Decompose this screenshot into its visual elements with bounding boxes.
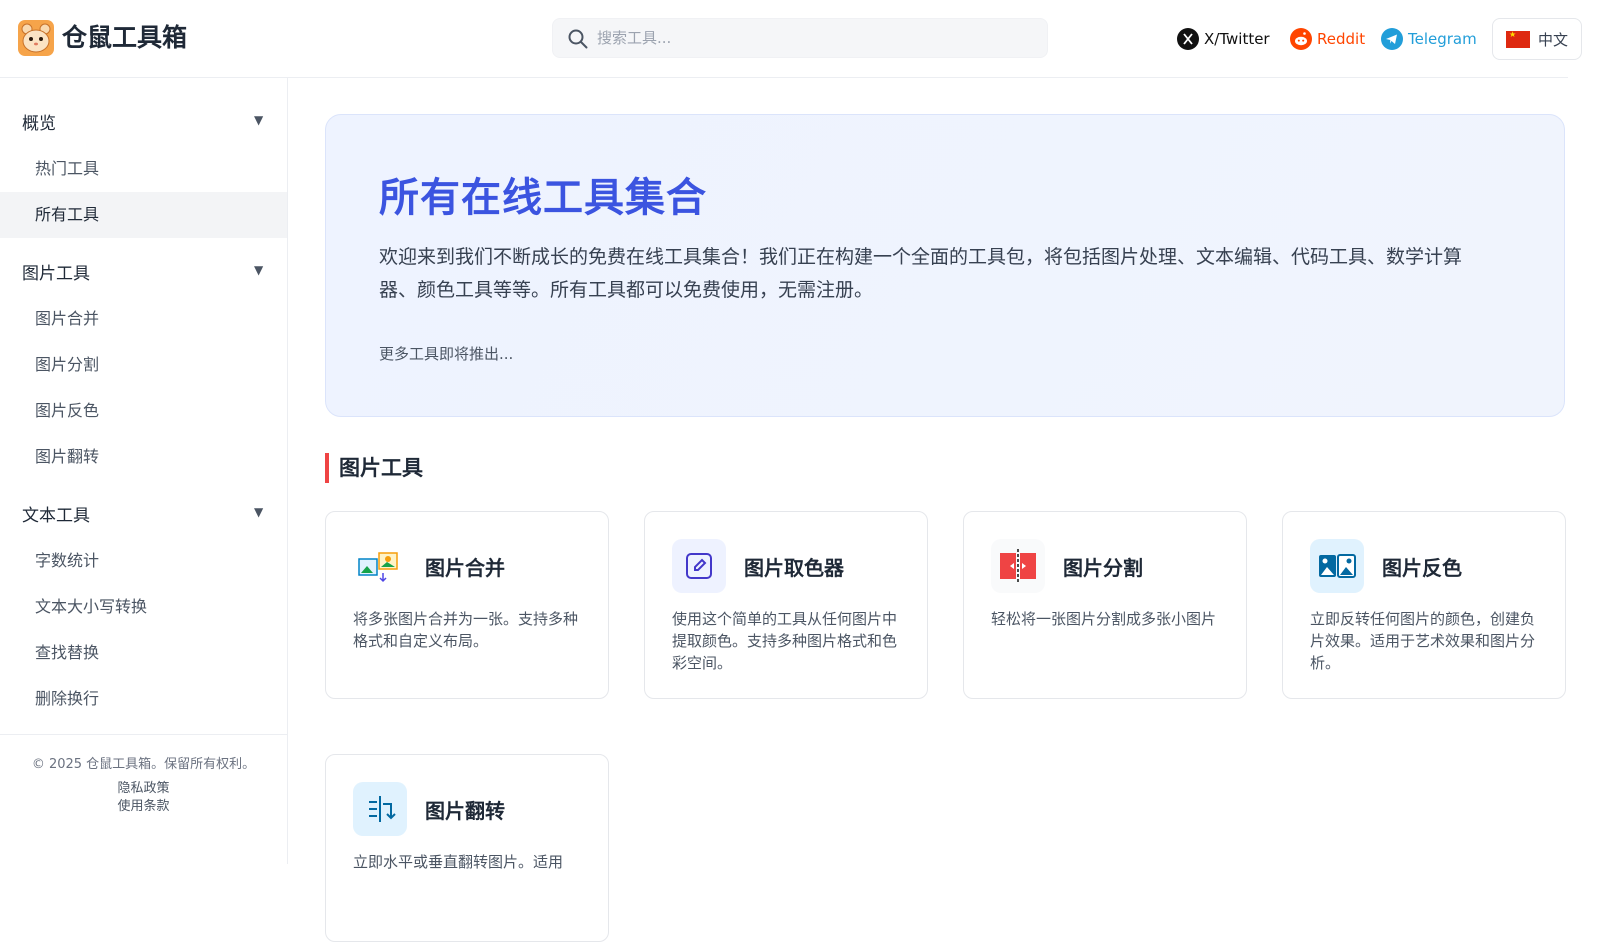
language-switcher[interactable]: 中文 (1492, 18, 1582, 60)
telegram-link[interactable]: Telegram (1381, 27, 1477, 51)
sidebar-item-image-invert[interactable]: 图片反色 (0, 388, 287, 434)
tool-card-image-merge[interactable]: 图片合并 将多张图片合并为一张。支持多种格式和自定义布局。 (325, 511, 609, 699)
tool-card-image-invert[interactable]: 图片反色 立即反转任何图片的颜色，创建负片效果。适用于艺术效果和图片分析。 (1282, 511, 1566, 699)
x-twitter-icon (1177, 28, 1199, 50)
reddit-link[interactable]: Reddit (1290, 27, 1365, 51)
tool-title: 图片反色 (1382, 556, 1462, 580)
hamster-logo-icon[interactable] (18, 20, 54, 56)
copyright-text: © 2025 仓鼠工具箱。保留所有权利。 (31, 757, 256, 772)
search-icon (568, 29, 588, 49)
page-title: 所有在线工具集合 (379, 175, 707, 221)
tool-card-image-flip[interactable]: 图片翻转 立即水平或垂直翻转图片。适用 (325, 754, 609, 942)
color-picker-icon (672, 539, 726, 593)
tool-description: 轻松将一张图片分割成多张小图片 (991, 610, 1217, 628)
sidebar-item-image-flip[interactable]: 图片翻转 (0, 434, 287, 480)
tool-title: 图片合并 (425, 556, 505, 580)
sidebar-group-image-tools[interactable]: 图片工具 (22, 259, 90, 284)
brand-name[interactable]: 仓鼠工具箱 (62, 20, 187, 56)
tool-card-image-split[interactable]: 图片分割 轻松将一张图片分割成多张小图片 (963, 511, 1247, 699)
terms-of-use-link[interactable]: 使用条款 (0, 798, 287, 816)
sidebar-item-image-split[interactable]: 图片分割 (0, 342, 287, 388)
section-title-image-tools: 图片工具 (325, 453, 423, 483)
sidebar-item-find-replace[interactable]: 查找替换 (0, 630, 287, 676)
telegram-icon (1381, 28, 1403, 50)
sidebar-item-popular-tools[interactable]: 热门工具 (0, 146, 287, 192)
chevron-down-icon[interactable]: ▼ (254, 263, 263, 277)
reddit-icon (1290, 28, 1312, 50)
sidebar: 概览 ▼ 热门工具 所有工具 图片工具 ▼ 图片合并 图片分割 图片反色 图片翻… (0, 78, 288, 864)
image-invert-icon (1310, 539, 1364, 593)
sidebar-item-remove-line-breaks[interactable]: 删除换行 (0, 676, 287, 722)
sidebar-item-all-tools[interactable]: 所有工具 (0, 192, 287, 238)
reddit-label: Reddit (1317, 30, 1366, 48)
search-input[interactable] (597, 19, 1037, 57)
sidebar-group-text-tools[interactable]: 文本工具 (22, 501, 90, 526)
chevron-down-icon[interactable]: ▼ (254, 113, 263, 127)
sidebar-group-overview[interactable]: 概览 (22, 109, 56, 134)
sidebar-footer: © 2025 仓鼠工具箱。保留所有权利。 隐私政策 使用条款 (0, 734, 287, 816)
language-label: 中文 (1537, 30, 1568, 49)
x-twitter-label: X/Twitter (1204, 30, 1270, 48)
hero-banner: 所有在线工具集合 欢迎来到我们不断成长的免费在线工具集合！我们正在构建一个全面的… (325, 114, 1565, 417)
image-split-icon (991, 539, 1045, 593)
tool-title: 图片翻转 (425, 799, 505, 823)
privacy-policy-link[interactable]: 隐私政策 (0, 780, 287, 798)
search-box[interactable] (552, 18, 1048, 58)
coming-soon-text: 更多工具即将推出... (379, 345, 514, 363)
image-flip-icon (353, 782, 407, 836)
tool-description: 将多张图片合并为一张。支持多种格式和自定义布局。 (353, 610, 579, 650)
tool-description: 立即水平或垂直翻转图片。适用 (353, 853, 564, 871)
sidebar-item-case-converter[interactable]: 文本大小写转换 (0, 584, 287, 630)
tool-card-color-picker[interactable]: 图片取色器 使用这个简单的工具从任何图片中提取颜色。支持多种图片格式和色彩空间。 (644, 511, 928, 699)
sidebar-item-image-merge[interactable]: 图片合并 (0, 296, 287, 342)
x-twitter-link[interactable]: X/Twitter (1177, 27, 1270, 51)
hero-description: 欢迎来到我们不断成长的免费在线工具集合！我们正在构建一个全面的工具包，将包括图片… (379, 246, 1463, 301)
telegram-label: Telegram (1408, 30, 1477, 48)
image-merge-icon (353, 539, 407, 593)
chevron-down-icon[interactable]: ▼ (254, 505, 263, 519)
tool-title: 图片分割 (1063, 556, 1143, 580)
tool-description: 立即反转任何图片的颜色，创建负片效果。适用于艺术效果和图片分析。 (1310, 610, 1536, 672)
tool-title: 图片取色器 (744, 556, 844, 580)
china-flag-icon (1505, 30, 1530, 48)
top-header: 仓鼠工具箱 X/Twitter Reddit Telegram 中文 (0, 0, 1582, 78)
sidebar-item-word-count[interactable]: 字数统计 (0, 538, 287, 584)
tool-description: 使用这个简单的工具从任何图片中提取颜色。支持多种图片格式和色彩空间。 (672, 610, 898, 672)
